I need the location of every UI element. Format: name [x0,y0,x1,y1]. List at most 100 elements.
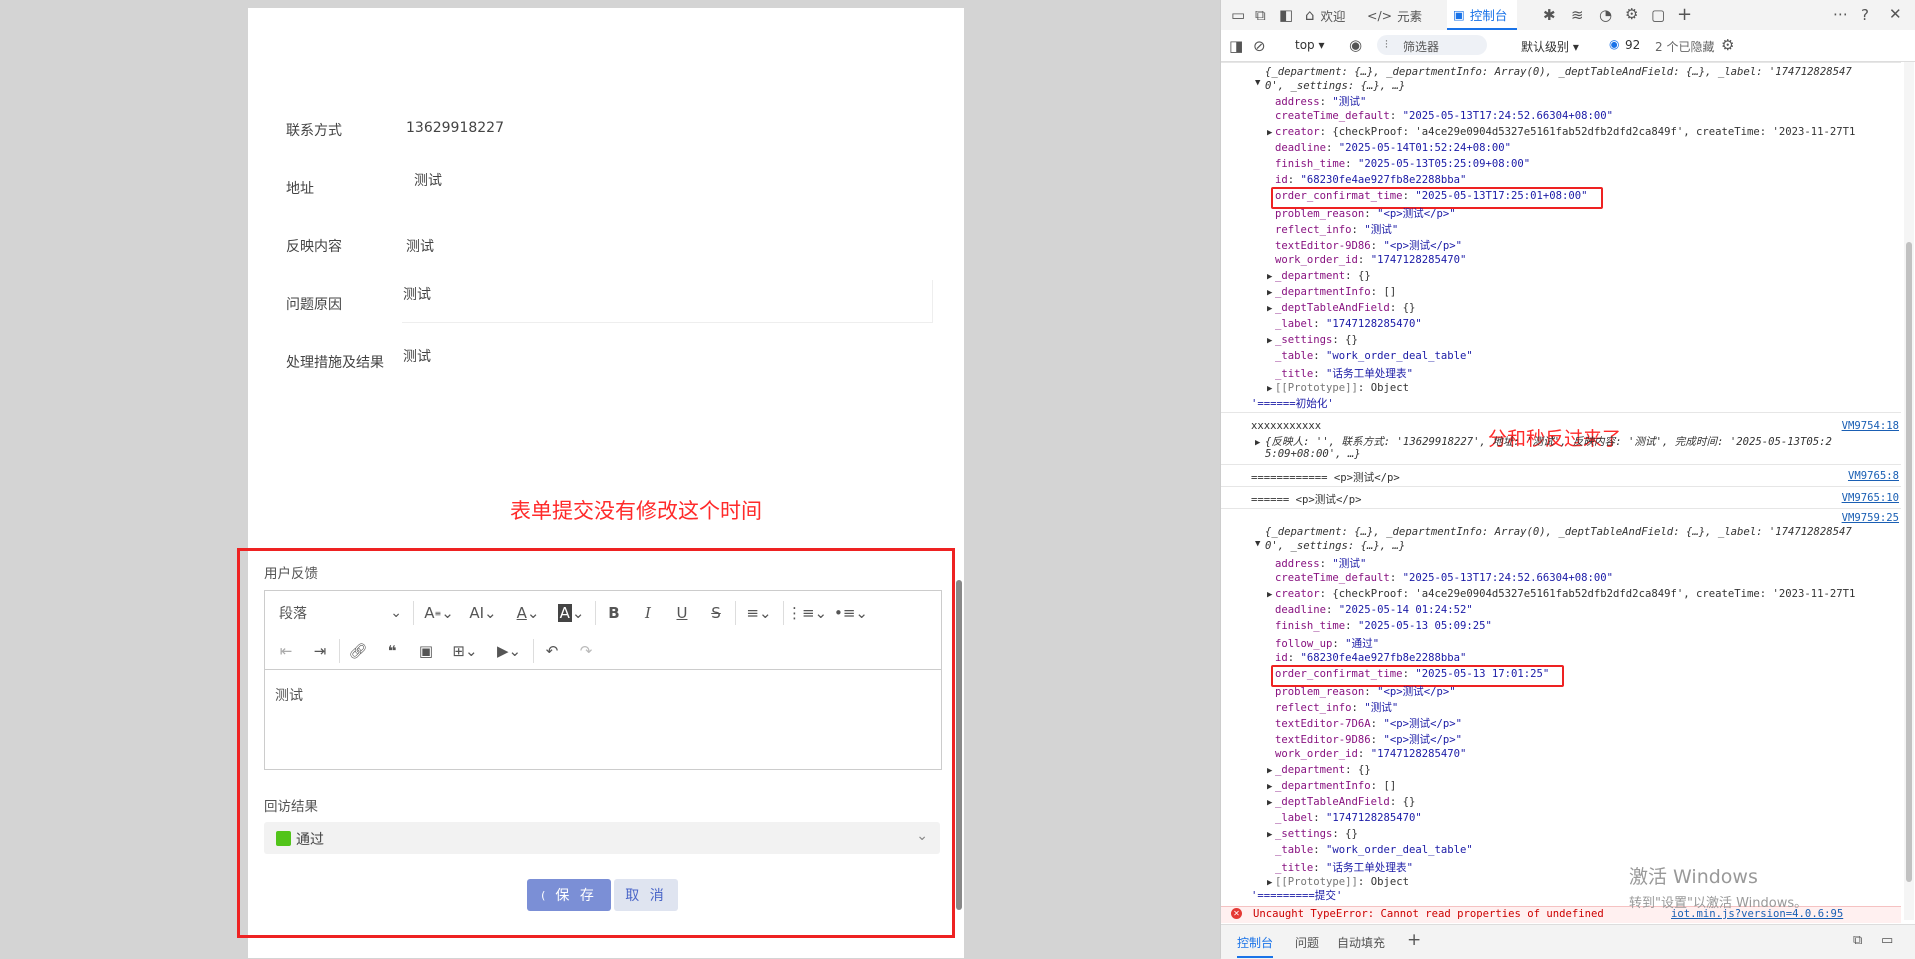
console-property-row[interactable]: [[Prototype]]: Object [1275,876,1409,888]
drawer-tab-issues[interactable]: 问题 [1295,934,1319,951]
bullet-list-icon[interactable]: •≡⌄ [831,599,871,627]
console-scrollbar[interactable] [1904,62,1914,920]
tab-console[interactable]: ▣ 控制台 [1447,0,1517,30]
context-select[interactable]: top ▾ [1295,38,1325,52]
expand-triangle-icon[interactable]: ▶ [1267,128,1272,138]
drawer-tab-console[interactable]: 控制台 [1237,934,1274,958]
ordered-list-icon[interactable]: ⋮≡⌄ [787,599,827,627]
video-icon[interactable]: ▶⌄ [489,637,529,665]
expand-triangle-icon[interactable]: ▶ [1267,336,1272,346]
expand-triangle-icon[interactable]: ▶ [1267,830,1272,840]
inspect-icon[interactable]: ⧉ [1255,6,1266,24]
source-link[interactable]: VM9759:25 [1842,512,1899,524]
expand-triangle-icon[interactable]: ▶ [1267,798,1272,808]
align-icon[interactable]: ≡⌄ [739,599,779,627]
console-object-summary[interactable]: {_department: {…}, _departmentInfo: Arra… [1265,526,1852,538]
source-link[interactable]: VM9765:10 [1842,492,1899,504]
toolbar-divider [595,601,596,625]
more-icon[interactable]: ⋯ [1833,5,1848,23]
console-object-summary[interactable]: {_department: {…}, _departmentInfo: Arra… [1265,66,1852,78]
help-icon[interactable]: ? [1861,6,1869,24]
expand-triangle-icon[interactable]: ▶ [1267,590,1272,600]
console-property-row[interactable]: _departmentInfo: [] [1275,286,1396,298]
property-value: "2025-05-14T01:52:24+08:00" [1338,142,1512,154]
console-property-row[interactable]: _deptTableAndField: {} [1275,796,1415,808]
paragraph-select[interactable]: 段落 ⌄ [273,599,408,627]
source-link[interactable]: VM9754:18 [1842,420,1899,432]
console-property-row[interactable]: _settings: {} [1275,828,1358,840]
property-key: deadline [1275,604,1327,616]
log-level-select[interactable]: 默认级别 ▾ [1521,38,1579,55]
indent-icon[interactable]: ⇥ [305,637,335,665]
clear-console-icon[interactable]: ⊘ [1253,37,1266,55]
strikethrough-icon[interactable]: S [701,599,731,627]
expand-triangle-icon[interactable]: ▶ [1267,782,1272,792]
issues-icon[interactable]: ◉ [1609,37,1619,51]
save-button[interactable]: ( 保 存 [527,879,611,911]
console-settings-icon[interactable]: ⚙ [1721,36,1734,54]
tab-elements[interactable]: </> 元素 [1365,0,1425,30]
expand-triangle-icon[interactable]: ▶ [1267,272,1272,282]
font-size-icon[interactable]: A ≡ ⌄ [419,599,459,627]
expand-triangle-icon[interactable]: ▶ [1255,438,1260,448]
bg-color-icon[interactable]: A ⌄ [551,599,591,627]
expand-triangle-icon[interactable]: ▼ [1255,539,1260,549]
close-icon[interactable]: ✕ [1889,5,1902,23]
console-property-row[interactable]: _department: {} [1275,764,1371,776]
expand-triangle-icon[interactable]: ▼ [1255,78,1260,88]
outdent-icon[interactable]: ⇤ [271,637,301,665]
eye-icon[interactable]: ◉ [1349,36,1362,54]
expand-triangle-icon[interactable]: ▶ [1267,304,1272,314]
console-property-row[interactable]: _department: {} [1275,270,1371,282]
sidebar-icon[interactable]: ◧ [1279,6,1293,24]
link-icon[interactable]: 🔗︎ [343,637,373,665]
bold-icon[interactable]: B [599,599,629,627]
add-drawer-tab-icon[interactable]: + [1407,930,1421,950]
table-icon[interactable]: ⊞⌄ [445,637,485,665]
settings-gear-icon[interactable]: ⚙ [1625,5,1638,23]
performance-icon[interactable]: ◔ [1599,6,1612,24]
console-property-row[interactable]: _deptTableAndField: {} [1275,302,1415,314]
network-icon[interactable]: ≋ [1571,6,1584,24]
filter-input[interactable]: ⫶ 筛选器 [1377,35,1487,55]
sidebar-toggle-icon[interactable]: ◨ [1229,37,1243,55]
line-height-icon[interactable]: AI⌄ [463,599,503,627]
rich-text-editor[interactable]: 段落 ⌄ A ≡ ⌄ AI⌄ A ⌄ A ⌄ B I U S ≡⌄ ⋮≡⌄ •≡⌄ ⇤ … [264,590,942,770]
device-icon[interactable]: ▭ [1231,6,1245,24]
underline-icon[interactable]: U [667,599,697,627]
tab-welcome[interactable]: ⌂ 欢迎 [1301,0,1359,30]
source-link[interactable]: VM9765:8 [1848,470,1899,482]
expand-triangle-icon[interactable]: ▶ [1267,288,1272,298]
font-color-icon[interactable]: A ⌄ [509,599,547,627]
undo-icon[interactable]: ↶ [537,637,567,665]
console-property-row[interactable]: _departmentInfo: [] [1275,780,1396,792]
issues-count[interactable]: 92 [1625,38,1640,52]
italic-icon[interactable]: I [633,599,663,627]
property-value: "2025-05-13T17:24:52.66304+08:00" [1402,110,1614,122]
console-object-summary[interactable]: {反映人: '', 联系方式: '13629918227', 地址: '测试',… [1265,434,1832,449]
console-property-row[interactable]: creator: {checkProof: 'a4ce29e0904d5327e… [1275,588,1855,600]
editor-toolbar: 段落 ⌄ A ≡ ⌄ AI⌄ A ⌄ A ⌄ B I U S ≡⌄ ⋮≡⌄ •≡⌄ ⇤ … [265,591,941,670]
console-property-row[interactable]: _settings: {} [1275,334,1358,346]
expand-triangle-icon[interactable]: ▶ [1267,878,1272,888]
drawer-tab-autofill[interactable]: 自动填充 [1337,934,1385,951]
add-tab-icon[interactable]: + [1677,4,1692,25]
expand-triangle-icon[interactable]: ▶ [1267,384,1272,394]
close-drawer-icon[interactable]: ▭ [1881,933,1893,948]
visit-result-select[interactable]: 通过 ⌄ [264,822,940,854]
console-property-row[interactable]: creator: {checkProof: 'a4ce29e0904d5327e… [1275,126,1855,138]
scrollbar-thumb[interactable] [1906,242,1912,882]
application-icon[interactable]: ▢ [1651,6,1665,24]
property-key: problem_reason [1275,686,1365,698]
dock-icon[interactable]: ⧉ [1853,933,1862,948]
expand-triangle-icon[interactable]: ▶ [1267,766,1272,776]
page-scrollbar[interactable] [956,580,962,910]
quote-icon[interactable]: ❝ [377,637,407,665]
cancel-button[interactable]: 取 消 [614,879,678,911]
editor-content[interactable]: 测试 [275,685,303,705]
console-output: ▼ {_department: {…}, _departmentInfo: Ar… [1221,62,1901,922]
bug-icon[interactable]: ✱ [1543,6,1556,24]
console-property-row[interactable]: [[Prototype]]: Object [1275,382,1409,394]
image-icon[interactable]: ▣ [411,637,441,665]
redo-icon[interactable]: ↷ [571,637,601,665]
